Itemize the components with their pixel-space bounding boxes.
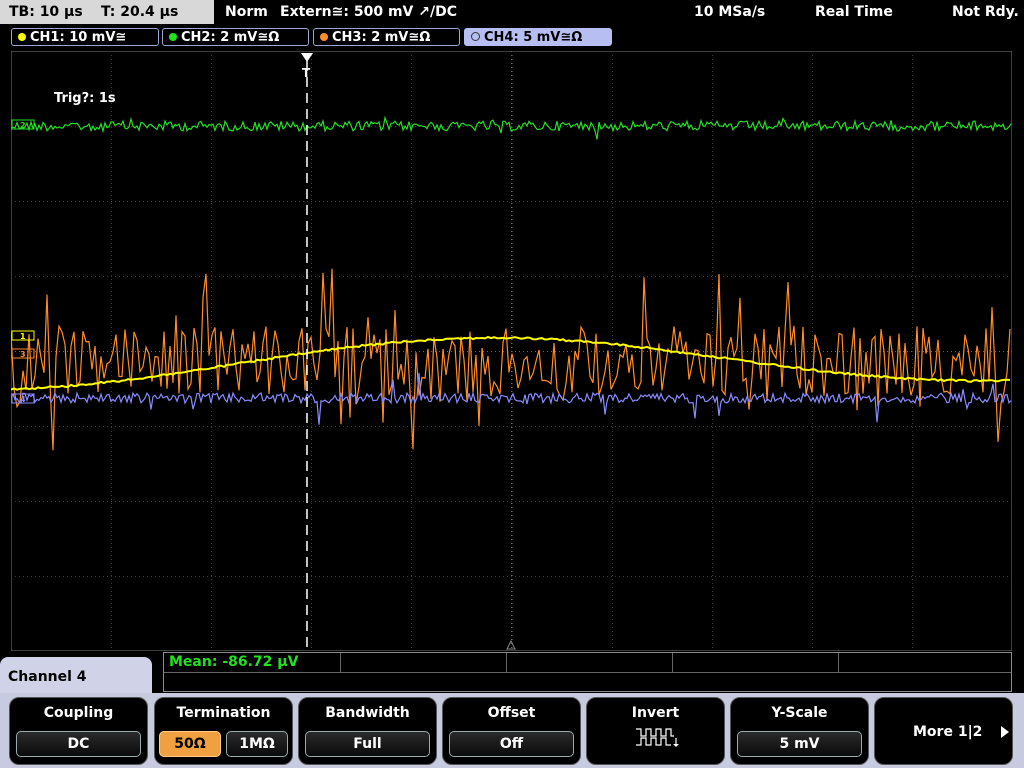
timebase-box[interactable]: TB: 10 µs T: 20.4 µs	[0, 0, 214, 24]
ch1-marker-label: 1	[20, 332, 26, 341]
waveform-display[interactable]: T 2 1 3 4 Trig?: 1s	[11, 51, 1012, 651]
coupling-softkey[interactable]: Coupling DC	[9, 697, 148, 765]
termination-softkey[interactable]: Termination 50Ω 1MΩ	[154, 697, 293, 765]
acquisition-state: Not Rdy.	[952, 4, 1019, 20]
more-label: More 1|2	[913, 724, 983, 740]
mean-measurement: Mean: -86.72 µV	[169, 654, 299, 670]
menu-title-tab: Channel 4	[0, 657, 152, 697]
termination-50ohm-option[interactable]: 50Ω	[159, 731, 221, 757]
ch4-marker-label: 4	[20, 395, 26, 404]
ch2-marker-label: 2	[20, 121, 26, 130]
coupling-value[interactable]: DC	[16, 731, 141, 757]
bandwidth-softkey[interactable]: Bandwidth Full	[298, 697, 437, 765]
ch1-dot-icon	[18, 33, 26, 41]
ch3-marker-label: 3	[20, 350, 26, 359]
ch2-dot-icon	[169, 33, 177, 41]
channel-tab-ch3[interactable]: CH3: 2 mV≅Ω	[313, 28, 460, 46]
yscale-softkey[interactable]: Y-Scale 5 mV	[730, 697, 869, 765]
yscale-value[interactable]: 5 mV	[737, 731, 862, 757]
trigger-timeout-label: Trig?: 1s	[54, 91, 116, 106]
termination-1mohm-option[interactable]: 1MΩ	[226, 731, 288, 757]
acquisition-mode: Real Time	[815, 4, 893, 20]
channel-tab-ch4[interactable]: CH4: 5 mV≅Ω	[464, 28, 612, 46]
invert-softkey[interactable]: Invert	[586, 697, 725, 765]
trigger-source[interactable]: Extern≅: 500 mV ↗/DC	[280, 0, 457, 24]
invert-waveform-icon	[636, 728, 679, 747]
ch3-dot-icon	[320, 33, 328, 41]
bandwidth-value[interactable]: Full	[305, 731, 430, 757]
trigger-mode[interactable]: Norm	[225, 0, 268, 24]
trigger-time-value: T: 20.4 µs	[101, 4, 179, 20]
ch4-dot-icon	[471, 32, 480, 41]
more-softkey[interactable]: More 1|2	[874, 697, 1013, 765]
next-page-icon	[1001, 726, 1009, 738]
trigger-marker-label: T	[302, 66, 311, 80]
menu-title: Channel 4	[8, 669, 87, 685]
sample-rate: 10 MSa/s	[694, 4, 766, 20]
offset-softkey[interactable]: Offset Off	[442, 697, 581, 765]
channel-tab-ch2[interactable]: CH2: 2 mV≅Ω	[162, 28, 309, 46]
offset-value[interactable]: Off	[449, 731, 574, 757]
timebase-value: TB: 10 µs	[9, 4, 83, 20]
channel-tab-ch1[interactable]: CH1: 10 mV≅	[11, 28, 159, 46]
